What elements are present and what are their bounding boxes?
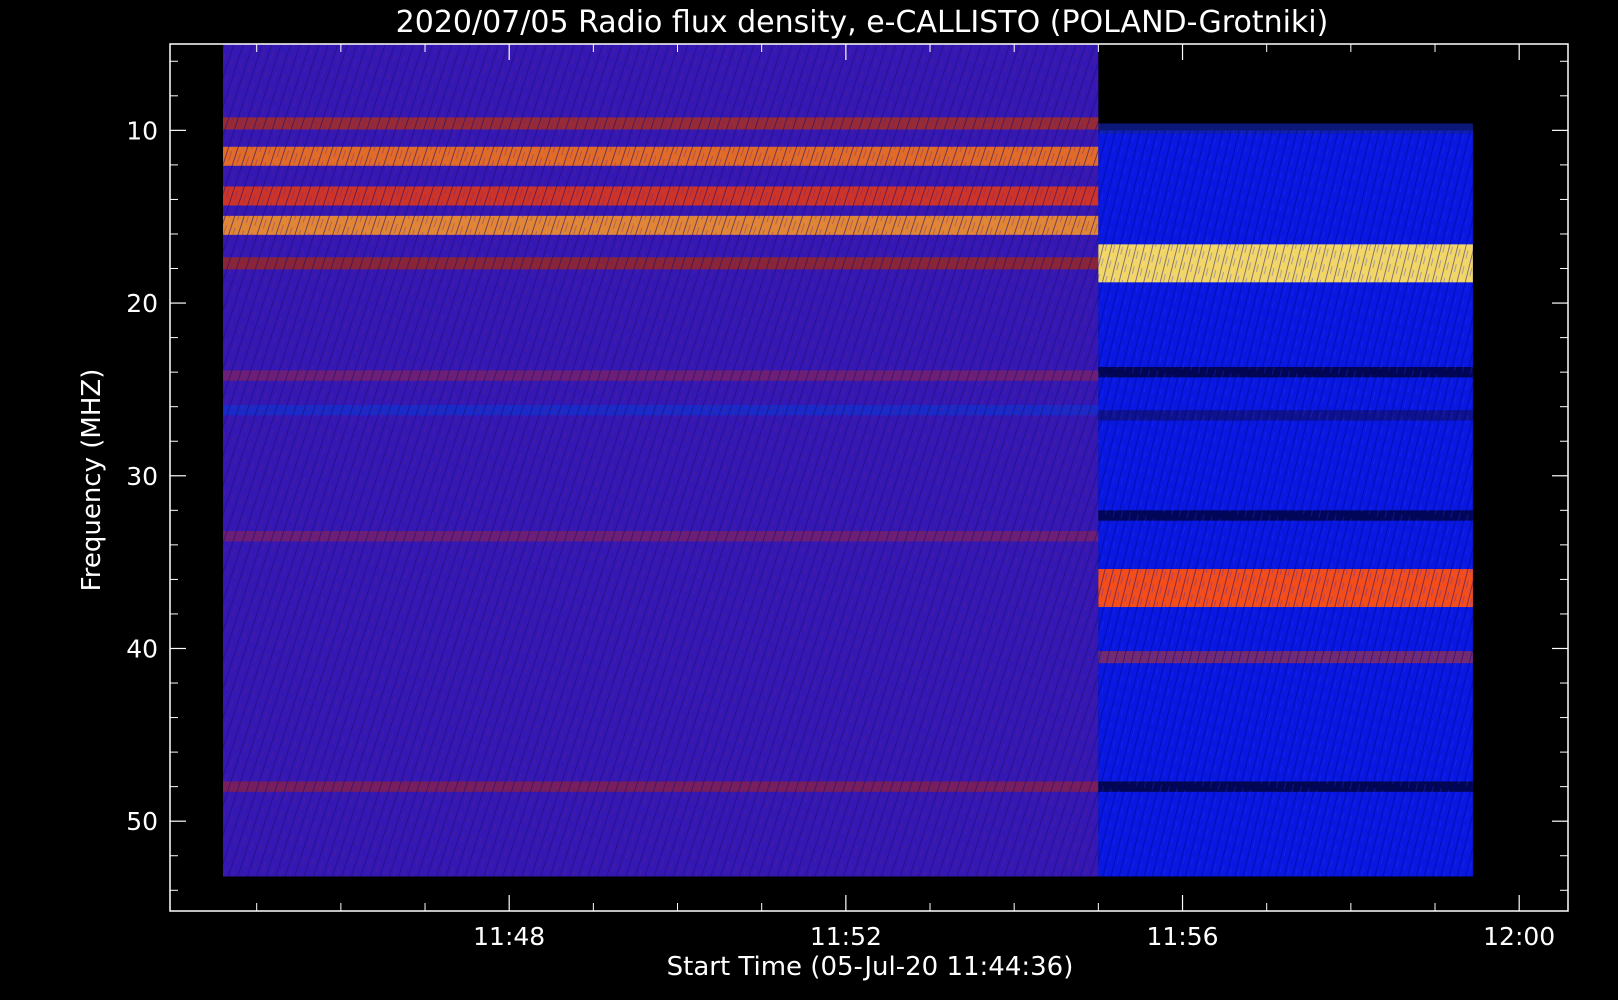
- x-tick-label: 11:48: [473, 922, 545, 951]
- segment-2-texture: [1098, 130, 1473, 877]
- x-tick-label: 12:00: [1483, 922, 1555, 951]
- segment-1: [223, 44, 1099, 877]
- y-tick-label: 30: [126, 462, 158, 491]
- spectrogram-chart: 2020/07/05 Radio flux density, e-CALLIST…: [77, 5, 1569, 982]
- y-tick-label: 50: [126, 807, 158, 836]
- chart-title: 2020/07/05 Radio flux density, e-CALLIST…: [396, 5, 1329, 40]
- plot-area: [223, 44, 1473, 877]
- y-tick-label: 40: [126, 634, 158, 663]
- y-tick-label: 10: [126, 116, 158, 145]
- segment-1-texture: [223, 44, 1099, 877]
- y-tick-label: 20: [126, 289, 158, 318]
- x-tick-label: 11:52: [810, 922, 882, 951]
- x-axis-label: Start Time (05-Jul-20 11:44:36): [667, 952, 1074, 982]
- y-axis-label: Frequency (MHZ): [77, 369, 107, 592]
- segment-2: [1098, 123, 1473, 877]
- x-tick-label: 11:56: [1146, 922, 1218, 951]
